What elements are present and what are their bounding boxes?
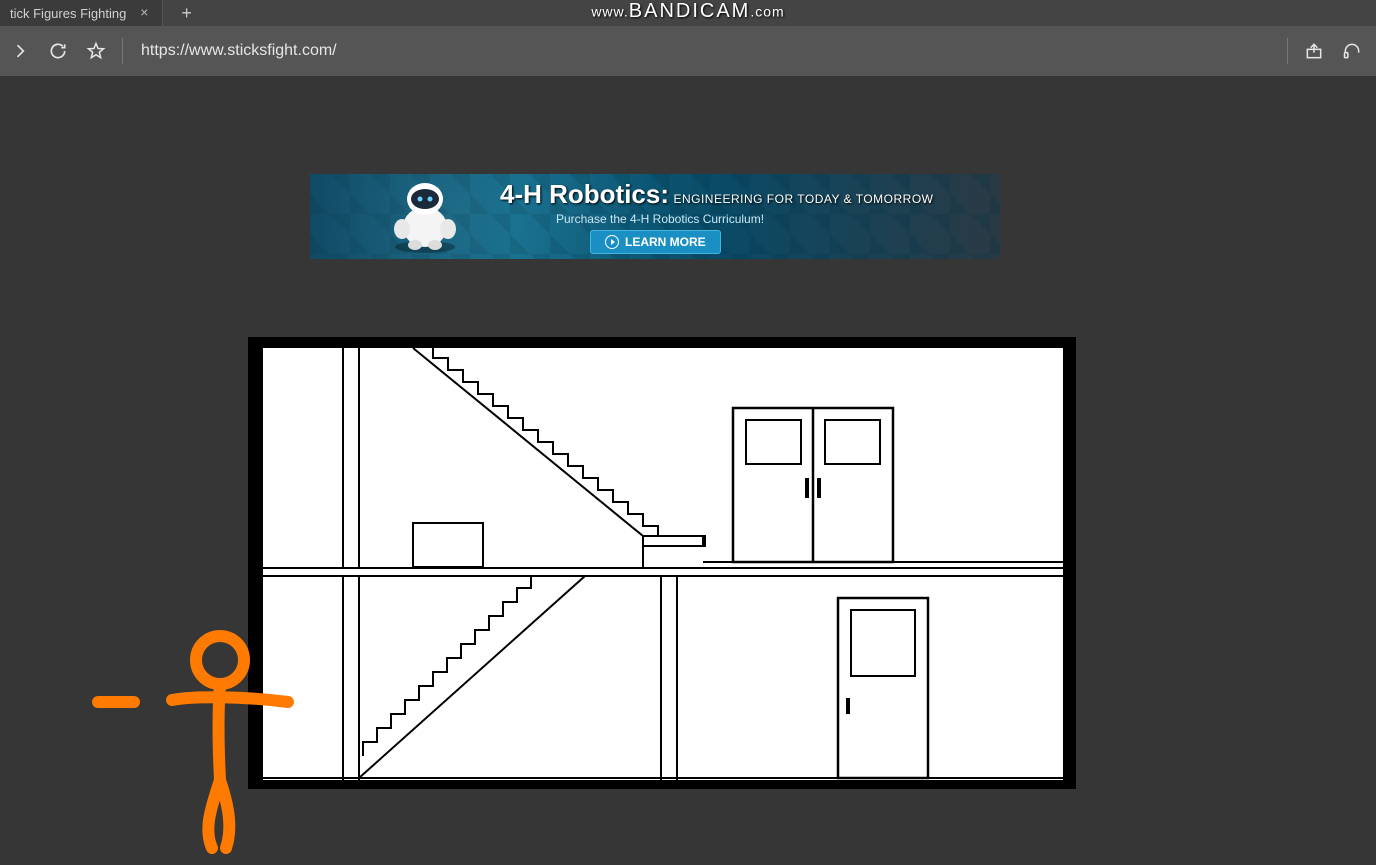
separator: [122, 38, 123, 64]
learn-more-button[interactable]: LEARN MORE: [590, 230, 721, 254]
separator: [1287, 38, 1288, 64]
tab-title: tick Figures Fighting: [10, 6, 126, 21]
play-circle-icon: [605, 235, 619, 249]
game-frame[interactable]: [248, 337, 1076, 789]
new-tab-button[interactable]: +: [181, 3, 192, 24]
watermark-brand: BANDICAM: [629, 0, 751, 22]
browser-titlebar: tick Figures Fighting × + www.BANDICAM.c…: [0, 0, 1376, 26]
watermark-prefix: www.: [591, 4, 628, 20]
refresh-button[interactable]: [46, 39, 70, 63]
watermark-suffix: .com: [750, 4, 784, 20]
ad-banner[interactable]: 4-H Robotics: ENGINEERING FOR TODAY & TO…: [310, 174, 1000, 259]
ad-title-main: 4-H Robotics:: [500, 179, 669, 209]
game-canvas: [263, 348, 1061, 778]
url-input[interactable]: [137, 42, 1273, 60]
close-tab-icon[interactable]: ×: [136, 4, 152, 20]
ad-subtitle: Purchase the 4-H Robotics Curriculum!: [500, 212, 820, 226]
share-icon[interactable]: [1302, 39, 1326, 63]
browser-addressbar: [0, 26, 1376, 76]
forward-button[interactable]: [8, 39, 32, 63]
learn-more-label: LEARN MORE: [625, 235, 706, 249]
headphones-icon[interactable]: [1340, 39, 1364, 63]
browser-tab[interactable]: tick Figures Fighting ×: [0, 0, 163, 26]
ad-text: 4-H Robotics: ENGINEERING FOR TODAY & TO…: [500, 179, 1000, 254]
robot-image: [380, 177, 470, 257]
ad-title-sub: ENGINEERING FOR TODAY & TOMORROW: [673, 192, 933, 206]
page-content: 4-H Robotics: ENGINEERING FOR TODAY & TO…: [0, 76, 1376, 860]
favorite-icon[interactable]: [84, 39, 108, 63]
recording-watermark: www.BANDICAM.com: [591, 0, 784, 23]
